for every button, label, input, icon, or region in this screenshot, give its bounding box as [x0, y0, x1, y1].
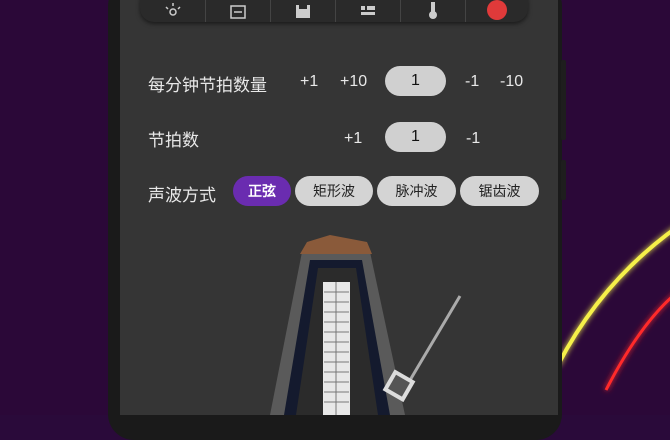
- bpm-minus10-button[interactable]: -10: [500, 73, 523, 91]
- neon-arc-yellow: [562, 229, 670, 362]
- waveform-option-sawtooth[interactable]: 锯齿波: [460, 176, 539, 206]
- neon-arc-red: [604, 296, 670, 391]
- bpm-plus10-button[interactable]: +10: [340, 73, 367, 91]
- metronome-top: [300, 235, 372, 254]
- waveform-label: 声波方式: [148, 186, 216, 206]
- list-button[interactable]: [335, 0, 401, 22]
- volume-button: [561, 60, 566, 140]
- save-icon: [295, 5, 310, 18]
- waveform-option-sine[interactable]: 正弦: [233, 176, 291, 206]
- power-button: [561, 160, 566, 200]
- beats-value-field[interactable]: 1: [385, 122, 446, 152]
- background-left: [0, 0, 108, 415]
- beats-label: 节拍数: [148, 131, 199, 151]
- neon-arcs: [562, 229, 670, 391]
- record-button[interactable]: [465, 0, 528, 22]
- bpm-plus1-button[interactable]: +1: [300, 73, 318, 91]
- calculator-button[interactable]: [205, 0, 271, 22]
- save-button[interactable]: [270, 0, 336, 22]
- bpm-value-field[interactable]: 1: [385, 66, 446, 96]
- list-icon: [360, 6, 375, 15]
- record-icon: [486, 0, 507, 20]
- brightness-button[interactable]: [140, 0, 206, 22]
- thermometer-icon: [428, 2, 437, 19]
- calculator-icon: [229, 5, 246, 19]
- brightness-icon: [164, 3, 181, 16]
- metronome-illustration: [270, 235, 462, 415]
- bpm-minus1-button[interactable]: -1: [465, 73, 479, 91]
- bpm-label: 每分钟节拍数量: [148, 76, 267, 96]
- top-toolbar: [140, 0, 528, 22]
- beats-plus1-button[interactable]: +1: [344, 130, 362, 148]
- waveform-option-pulse[interactable]: 脉冲波: [377, 176, 456, 206]
- background-right: [562, 0, 670, 415]
- waveform-option-square[interactable]: 矩形波: [295, 176, 373, 206]
- thermometer-button[interactable]: [400, 0, 466, 22]
- beats-minus1-button[interactable]: -1: [466, 130, 480, 148]
